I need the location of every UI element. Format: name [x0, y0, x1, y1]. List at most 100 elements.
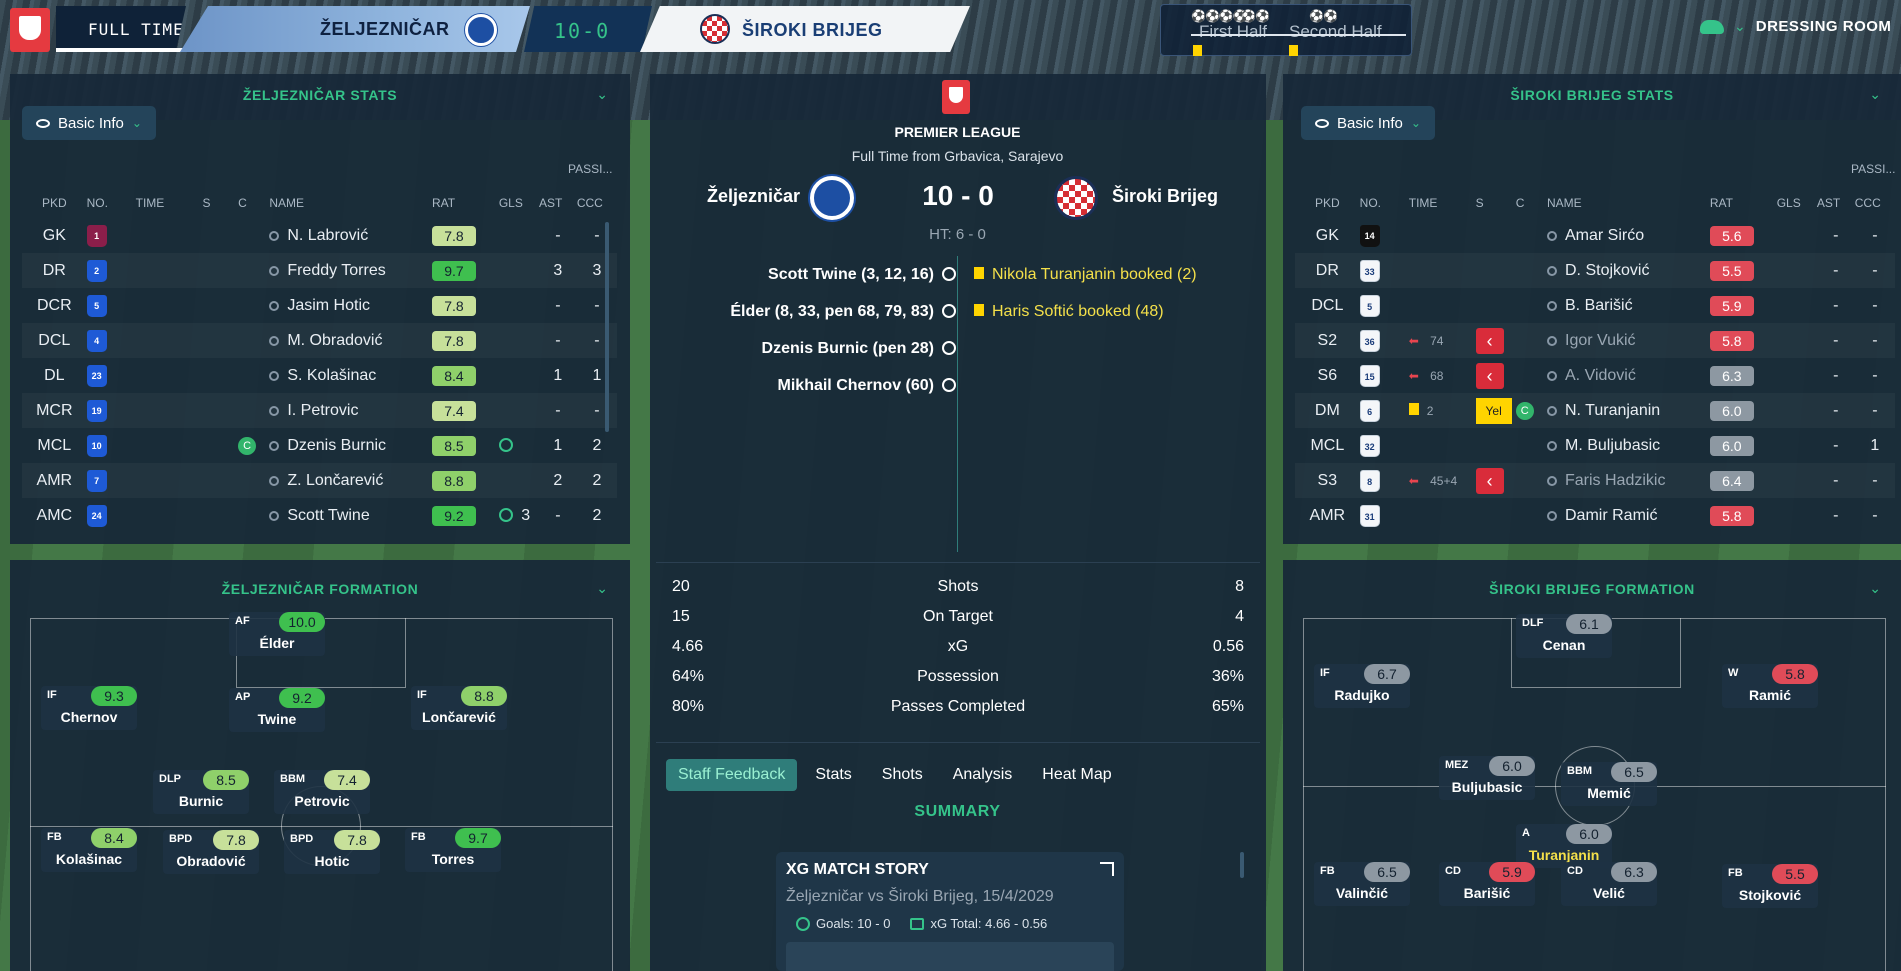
table-row[interactable]: AMR 31 Damir Ramić 5.8 - - [1295, 498, 1895, 533]
column-header-s[interactable]: S [1476, 188, 1516, 218]
player-name[interactable]: Faris Hadzikic [1565, 472, 1665, 489]
column-header-gls[interactable]: GLS [1777, 188, 1817, 218]
scrollbar[interactable] [605, 222, 609, 432]
table-row[interactable]: AMC 24 Scott Twine 9.2 3 - 2 [22, 498, 617, 533]
formation-player[interactable]: BPD 7.8 Obradović [155, 830, 267, 874]
name-cell[interactable]: Dzenis Burnic [269, 428, 432, 463]
player-name[interactable]: B. Barišić [1565, 297, 1633, 314]
player-name[interactable]: M. Buljubasic [1565, 437, 1660, 454]
formation-player[interactable]: IF 9.3 Chernov [33, 686, 145, 730]
formation-player[interactable]: FB 9.7 Torres [397, 828, 509, 872]
player-name[interactable]: N. Labrović [287, 227, 368, 244]
away-view-dropdown[interactable]: Basic Info ⌄ [1301, 106, 1435, 140]
name-cell[interactable]: N. Labrović [269, 218, 432, 253]
substitute-button[interactable]: ‹ [1475, 327, 1504, 354]
name-cell[interactable]: M. Obradović [269, 323, 432, 358]
name-cell[interactable]: Damir Ramić [1547, 498, 1710, 533]
formation-player[interactable]: CD 5.9 Barišić [1431, 862, 1543, 906]
tab-analysis[interactable]: Analysis [941, 759, 1025, 791]
formation-player[interactable]: DLP 8.5 Burnic [145, 770, 257, 814]
tab-staff-feedback[interactable]: Staff Feedback [666, 759, 798, 791]
formation-player[interactable]: BPD 7.8 Hotic [276, 830, 388, 874]
table-row[interactable]: DCL 4 M. Obradović 7.8 - - [22, 323, 617, 358]
match-timeline[interactable]: ⚽⚽⚽⚽ ⚽⚽ ⚽⚽ First Half Second Half [1160, 4, 1412, 56]
name-cell[interactable]: Faris Hadzikic [1547, 463, 1710, 498]
table-row[interactable]: DCL 5 B. Barišić 5.9 - - [1295, 288, 1895, 323]
name-cell[interactable]: M. Buljubasic [1547, 428, 1710, 463]
formation-player[interactable]: AP 9.2 Twine [221, 688, 333, 732]
player-name[interactable]: Dzenis Burnic [287, 437, 386, 454]
table-row[interactable]: S3 8 ⬅ 45+4 ‹ Faris Hadzikic 6.4- - [1295, 463, 1895, 498]
formation-player[interactable]: MEZ 6.0 Buljubasic [1431, 756, 1543, 800]
player-name[interactable]: Amar Sirćo [1565, 227, 1644, 244]
player-name[interactable]: Damir Ramić [1565, 507, 1657, 524]
scrollbar[interactable] [1240, 852, 1244, 878]
column-header-ast[interactable]: AST [539, 188, 577, 218]
formation-player[interactable]: BBM 6.5 Memić [1553, 762, 1665, 806]
name-cell[interactable]: B. Barišić [1547, 288, 1710, 323]
formation-player[interactable]: AF 10.0 Élder [221, 612, 333, 656]
tab-shots[interactable]: Shots [870, 759, 935, 791]
name-cell[interactable]: Scott Twine [269, 498, 432, 533]
chevron-down-icon[interactable]: ⌄ [1869, 580, 1881, 597]
player-name[interactable]: Scott Twine [287, 507, 369, 524]
chevron-down-icon[interactable]: ⌄ [596, 86, 608, 103]
column-header-ast[interactable]: AST [1817, 188, 1855, 218]
player-name[interactable]: Z. Lončarević [287, 472, 383, 489]
column-header-pkd[interactable]: PKD [22, 188, 87, 218]
full-time-tab[interactable]: FULL TIME [56, 6, 186, 52]
table-row[interactable]: DL 23 S. Kolašinac 8.4 1 1 [22, 358, 617, 393]
dressing-room-button[interactable]: ⌄ DRESSING ROOM [1700, 18, 1891, 35]
player-name[interactable]: Freddy Torres [287, 262, 385, 279]
table-row[interactable]: DR 2 Freddy Torres 9.7 3 3 [22, 253, 617, 288]
formation-player[interactable]: BBM 7.4 Petrovic [266, 770, 378, 814]
name-cell[interactable]: Jasim Hotic [269, 288, 432, 323]
table-row[interactable]: MCL 10 C Dzenis Burnic 8.5 1 2 [22, 428, 617, 463]
formation-player[interactable]: FB 5.5 Stojković [1714, 864, 1826, 908]
player-name[interactable]: S. Kolašinac [287, 367, 376, 384]
table-row[interactable]: S6 15 ⬅ 68 ‹ A. Vidović 6.3- - [1295, 358, 1895, 393]
home-view-dropdown[interactable]: Basic Info ⌄ [22, 106, 156, 140]
player-name[interactable]: I. Petrovic [287, 402, 358, 419]
column-header-time[interactable]: TIME [136, 188, 203, 218]
table-row[interactable]: GK 14 Amar Sirćo 5.6 - - [1295, 218, 1895, 253]
name-cell[interactable]: S. Kolašinac [269, 358, 432, 393]
player-name[interactable]: Igor Vukić [1565, 332, 1636, 349]
table-row[interactable]: DCR 5 Jasim Hotic 7.8 - - [22, 288, 617, 323]
name-cell[interactable]: I. Petrovic [269, 393, 432, 428]
column-header-c[interactable]: C [238, 188, 269, 218]
substitute-button[interactable]: ‹ [1475, 467, 1504, 494]
player-name[interactable]: A. Vidović [1565, 367, 1636, 384]
table-row[interactable]: AMR 7 Z. Lončarević 8.8 2 2 [22, 463, 617, 498]
tab-heat-map[interactable]: Heat Map [1030, 759, 1123, 791]
formation-player[interactable]: CD 6.3 Velić [1553, 862, 1665, 906]
table-row[interactable]: GK 1 N. Labrović 7.8 - - [22, 218, 617, 253]
name-cell[interactable]: Z. Lončarević [269, 463, 432, 498]
column-header-no[interactable]: NO. [1360, 188, 1409, 218]
away-team-banner[interactable]: ŠIROKI BRIJEG [640, 6, 970, 52]
name-cell[interactable]: D. Stojković [1547, 253, 1710, 288]
player-name[interactable]: N. Turanjanin [1565, 402, 1660, 419]
table-row[interactable]: MCL 32 M. Buljubasic 6.0 - 1 [1295, 428, 1895, 463]
expand-icon[interactable] [1100, 862, 1114, 876]
column-header-pkd[interactable]: PKD [1295, 188, 1360, 218]
name-cell[interactable]: Freddy Torres [269, 253, 432, 288]
player-name[interactable]: D. Stojković [1565, 262, 1649, 279]
away-team-label[interactable]: Široki Brijeg [1112, 186, 1218, 207]
league-logo-icon[interactable] [10, 8, 50, 52]
formation-player[interactable]: FB 8.4 Kolašinac [33, 828, 145, 872]
formation-player[interactable]: IF 6.7 Radujko [1306, 664, 1418, 708]
table-row[interactable]: DM 6 2 Yel C N. Turanjanin 6.0 - - [1295, 393, 1895, 428]
home-team-label[interactable]: Željezničar [690, 186, 800, 207]
table-row[interactable]: S2 36 ⬅ 74 ‹ Igor Vukić 5.8- - [1295, 323, 1895, 358]
column-header-gls[interactable]: GLS [499, 188, 539, 218]
column-header-ccc[interactable]: CCC [1855, 188, 1895, 218]
column-header-time[interactable]: TIME [1409, 188, 1476, 218]
xg-match-story-card[interactable]: XG MATCH STORY Željezničar vs Široki Bri… [776, 852, 1124, 971]
table-row[interactable]: MCR 19 I. Petrovic 7.4 - - [22, 393, 617, 428]
chevron-down-icon[interactable]: ⌄ [596, 580, 608, 597]
name-cell[interactable]: N. Turanjanin [1547, 393, 1710, 428]
column-header-ccc[interactable]: CCC [577, 188, 617, 218]
name-cell[interactable]: A. Vidović [1547, 358, 1710, 393]
table-row[interactable]: DR 33 D. Stojković 5.5 - - [1295, 253, 1895, 288]
